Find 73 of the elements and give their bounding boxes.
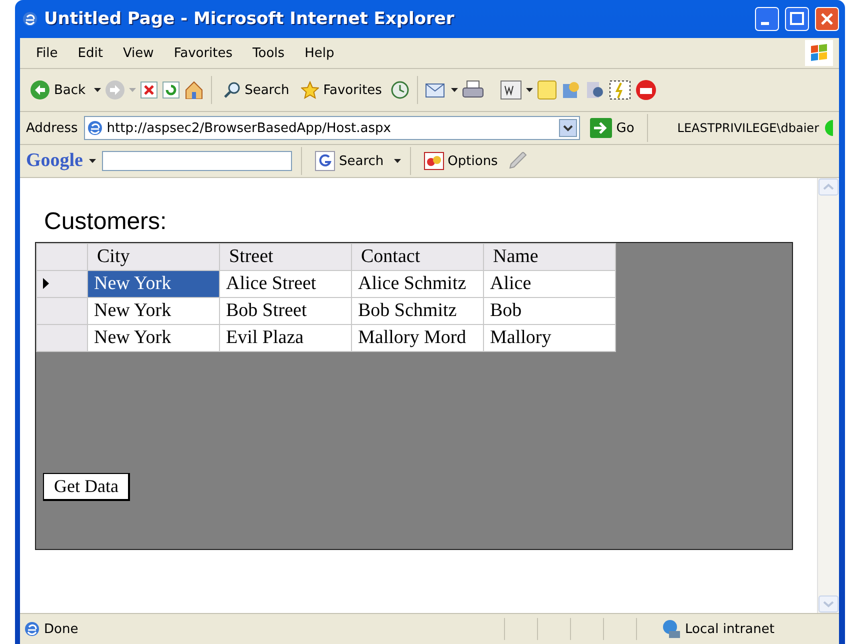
caret-icon[interactable] <box>94 88 101 92</box>
column-header[interactable]: Name <box>484 244 616 270</box>
refresh-icon[interactable] <box>162 81 180 99</box>
favorites-button[interactable]: Favorites <box>297 78 386 102</box>
column-header[interactable]: City <box>88 244 220 270</box>
app-icon <box>22 11 38 27</box>
options-icon <box>424 152 444 170</box>
back-button[interactable]: Back <box>26 77 90 103</box>
close-button[interactable] <box>815 7 839 31</box>
google-logo[interactable]: Google <box>26 150 83 172</box>
windows-logo <box>805 40 833 66</box>
menu-item[interactable]: Favorites <box>164 44 243 62</box>
table-cell[interactable]: Evil Plaza <box>220 324 352 352</box>
table-cell[interactable]: Bob Street <box>220 298 352 324</box>
pencil-icon[interactable] <box>508 152 528 170</box>
search-icon <box>222 81 241 99</box>
search-field[interactable] <box>102 151 292 171</box>
row-pointer-icon <box>43 278 49 289</box>
home-icon[interactable] <box>184 81 204 99</box>
user-label: LEASTPRIVILEGE\dbaier <box>677 121 819 135</box>
address-field[interactable]: http://aspsec2/BrowserBasedApp/Host.aspx <box>84 116 580 140</box>
network-zone-icon <box>661 619 681 639</box>
page-icon <box>86 120 103 136</box>
page-heading: Customers: <box>44 208 168 236</box>
alert-icon[interactable] <box>634 79 657 101</box>
history-icon[interactable] <box>390 80 410 100</box>
go-button[interactable]: Go <box>586 115 638 141</box>
status-text: Done <box>44 622 80 636</box>
dropdown-button[interactable] <box>559 119 578 137</box>
caret-icon[interactable] <box>394 159 401 163</box>
column-header[interactable]: Contact <box>352 244 484 270</box>
caret-icon[interactable] <box>450 88 458 92</box>
table-cell[interactable]: Mallory Mord <box>352 324 484 352</box>
word-icon[interactable] <box>500 80 522 100</box>
caret-icon[interactable] <box>89 159 96 163</box>
table-cell[interactable]: Bob Schmitz <box>352 298 484 324</box>
mail-icon[interactable] <box>424 81 447 99</box>
minimize-button[interactable] <box>755 7 779 31</box>
printer-icon[interactable] <box>462 80 484 100</box>
star-icon <box>301 81 320 99</box>
page-done-icon <box>24 621 40 637</box>
grid-icon[interactable] <box>608 80 631 100</box>
g-icon <box>315 151 335 171</box>
status-indicator-icon <box>825 120 833 136</box>
menu-item[interactable]: Help <box>294 44 344 62</box>
stop-icon[interactable] <box>140 81 158 99</box>
scroll-down-icon <box>818 595 839 613</box>
row-header <box>36 244 88 270</box>
row-header[interactable] <box>36 270 88 298</box>
table-cell[interactable]: Mallory <box>484 324 616 352</box>
table-cell[interactable]: New York <box>88 324 220 352</box>
window-title: Untitled Page - Microsoft Internet Explorer <box>44 9 456 29</box>
table-cell[interactable]: Bob <box>484 298 616 324</box>
table-cell[interactable]: New York <box>88 298 220 324</box>
address-label: Address <box>26 120 78 136</box>
menu-item[interactable]: View <box>112 44 164 62</box>
menu-item[interactable]: Edit <box>68 44 113 62</box>
options-button[interactable]: Options <box>420 149 502 173</box>
table-cell[interactable]: New York <box>88 270 220 298</box>
google-search-button[interactable]: Search <box>311 148 388 174</box>
maximize-button[interactable] <box>785 7 809 31</box>
get-data-button[interactable]: Get Data <box>43 473 130 501</box>
scrollbar[interactable] <box>817 178 839 613</box>
menu-item[interactable]: File <box>26 44 68 62</box>
table-cell[interactable]: Alice Schmitz <box>352 270 484 298</box>
scroll-up-icon <box>818 178 839 196</box>
zone-text: Local intranet <box>685 622 776 636</box>
menu-item[interactable]: Tools <box>242 44 295 62</box>
column-header[interactable]: Street <box>220 244 352 270</box>
caret-icon[interactable] <box>526 88 533 92</box>
table-cell[interactable]: Alice Street <box>220 270 352 298</box>
search-button[interactable]: Search <box>218 78 294 102</box>
table-cell[interactable]: Alice <box>484 270 616 298</box>
